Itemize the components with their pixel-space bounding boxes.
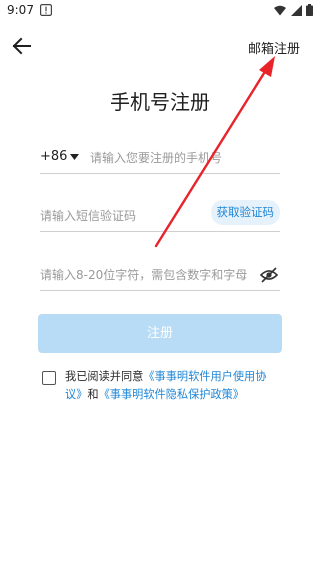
- warning-icon: [40, 4, 52, 16]
- agreement-prefix: 我已阅读并同意: [65, 370, 144, 383]
- privacy-policy-link[interactable]: 《事事明软件隐私保护政策》: [99, 388, 244, 401]
- wifi-icon: [274, 5, 286, 16]
- signal-icon: [291, 5, 302, 16]
- password-input[interactable]: [40, 261, 252, 289]
- sms-code-row: 获取验证码: [40, 200, 280, 232]
- agreement-text: 我已阅读并同意《事事明软件用户使用协议》和《事事明软件隐私保护政策》: [65, 368, 283, 404]
- phone-input[interactable]: [90, 144, 280, 172]
- register-button[interactable]: 注册: [38, 314, 282, 353]
- agreement-checkbox[interactable]: [42, 371, 56, 385]
- country-code-selector[interactable]: +86: [40, 149, 67, 164]
- sms-code-input[interactable]: [40, 202, 200, 230]
- password-row: [40, 260, 280, 291]
- page-title: 手机号注册: [110, 90, 210, 114]
- status-bar: 9:07: [0, 0, 320, 24]
- status-time: 9:07: [7, 3, 34, 17]
- agreement-and: 和: [87, 388, 99, 401]
- phone-field-row: +86: [40, 143, 280, 174]
- email-register-link[interactable]: 邮箱注册: [248, 38, 300, 57]
- eye-off-icon[interactable]: [260, 267, 278, 283]
- back-arrow-icon[interactable]: [10, 36, 34, 56]
- caret-down-icon[interactable]: [70, 154, 79, 160]
- battery-icon: [306, 4, 313, 16]
- get-code-button[interactable]: 获取验证码: [210, 200, 280, 225]
